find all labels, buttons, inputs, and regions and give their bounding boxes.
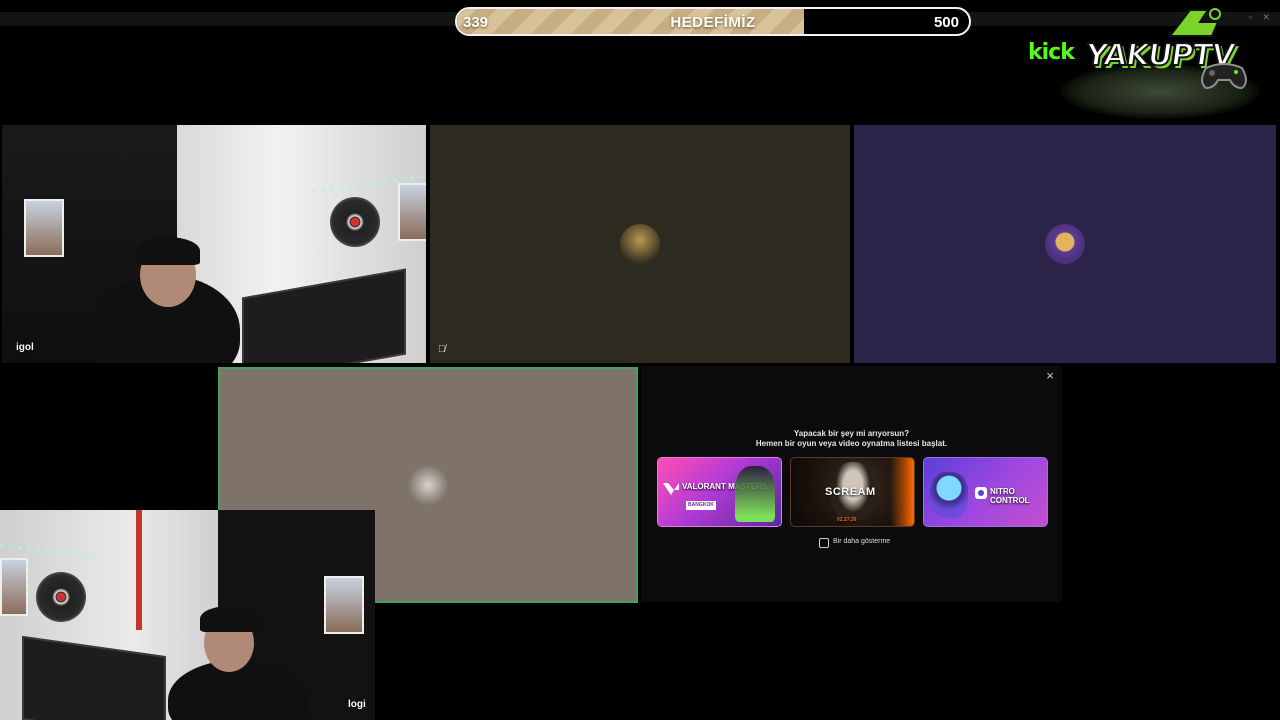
panel-title: Yapacak bir şey mi arıyorsun?: [793, 429, 910, 438]
participant-avatar: [620, 224, 660, 264]
participant-avatar: [408, 465, 448, 505]
participant-name-tag: logi: [348, 699, 366, 710]
headset: [200, 606, 258, 632]
headset: [136, 237, 200, 265]
close-icon[interactable]: ×: [1042, 368, 1058, 384]
card-subtitle: 02.27.26: [837, 517, 857, 523]
wall-poster: [398, 183, 426, 241]
panel-subtitle: Hemen bir oyun veya video oynatma listes…: [755, 439, 948, 448]
fire-glow-art: [890, 458, 914, 526]
goal-target-value: 500: [933, 14, 959, 31]
window-controls[interactable]: ▫ ✕: [1249, 12, 1274, 23]
astronaut-character-art: [930, 472, 968, 518]
activity-card-nitro-control[interactable]: NITRO CONTROL: [923, 457, 1048, 527]
goal-label: HEDEFİMİZ: [670, 14, 756, 31]
participant-tile[interactable]: 🎙̸: [430, 125, 850, 363]
channel-logo: kick YAKUPTV: [1020, 4, 1272, 119]
participant-tile-camera[interactable]: logi: [0, 510, 375, 720]
goal-progress-bar: 339 HEDEFİMİZ 500: [455, 7, 971, 36]
participant-avatar: [1045, 224, 1085, 264]
valorant-agent-art: [735, 466, 775, 522]
wall-poster: [324, 576, 364, 634]
dont-show-again-label[interactable]: Bir daha gösterme: [833, 538, 890, 545]
participant-tile-camera[interactable]: igol: [2, 125, 426, 363]
muted-mic-icon: 🎙̸: [438, 344, 446, 355]
gamepad-logo-icon: [1167, 8, 1221, 37]
wall-poster: [24, 199, 64, 257]
activity-card-scream[interactable]: SCREAM 02.27.26: [790, 457, 915, 527]
kick-logo: kick: [1028, 40, 1075, 65]
dartboard: [330, 197, 380, 247]
dont-show-again-checkbox[interactable]: [819, 538, 829, 548]
controller-icon: [1201, 63, 1247, 90]
red-garland: [136, 510, 142, 630]
card-subtitle: BANGKOK: [686, 501, 716, 510]
valorant-logo-icon: [663, 483, 679, 495]
activity-suggestion-panel: × Yapacak bir şey mi arıyorsun? Hemen bi…: [641, 366, 1062, 602]
nitro-logo-icon: [975, 487, 987, 499]
wall-poster: [0, 558, 28, 616]
activity-card-valorant[interactable]: VALORANT MASTERS BANGKOK: [657, 457, 782, 527]
dartboard: [36, 572, 86, 622]
participant-name-tag: igol: [16, 342, 34, 353]
card-title: SCREAM: [825, 486, 876, 498]
card-title: NITRO CONTROL: [990, 487, 1030, 505]
participant-tile[interactable]: [854, 125, 1276, 363]
